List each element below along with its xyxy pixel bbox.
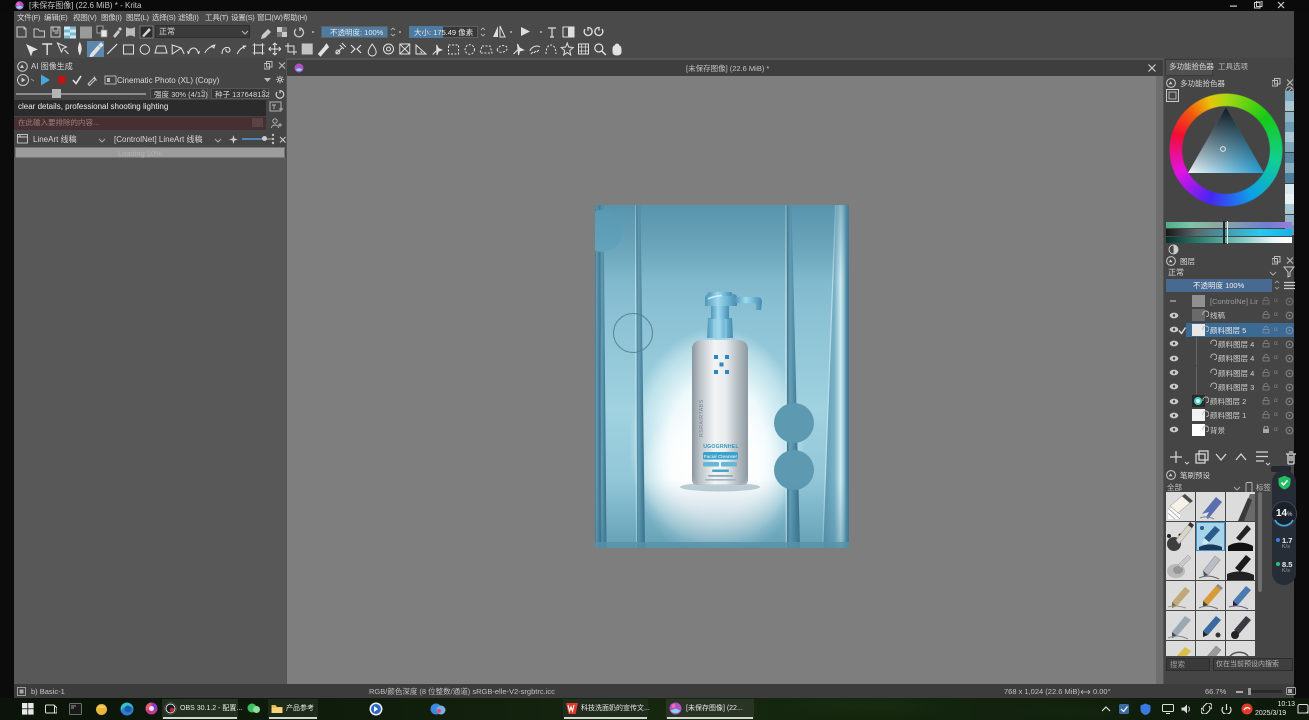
svg-text:RSRAIRTABS: RSRAIRTABS [699, 399, 705, 437]
svg-text:Facial Cleanser: Facial Cleanser [704, 454, 738, 460]
svg-text:UGOGRNHEL: UGOGRNHEL [703, 444, 739, 450]
